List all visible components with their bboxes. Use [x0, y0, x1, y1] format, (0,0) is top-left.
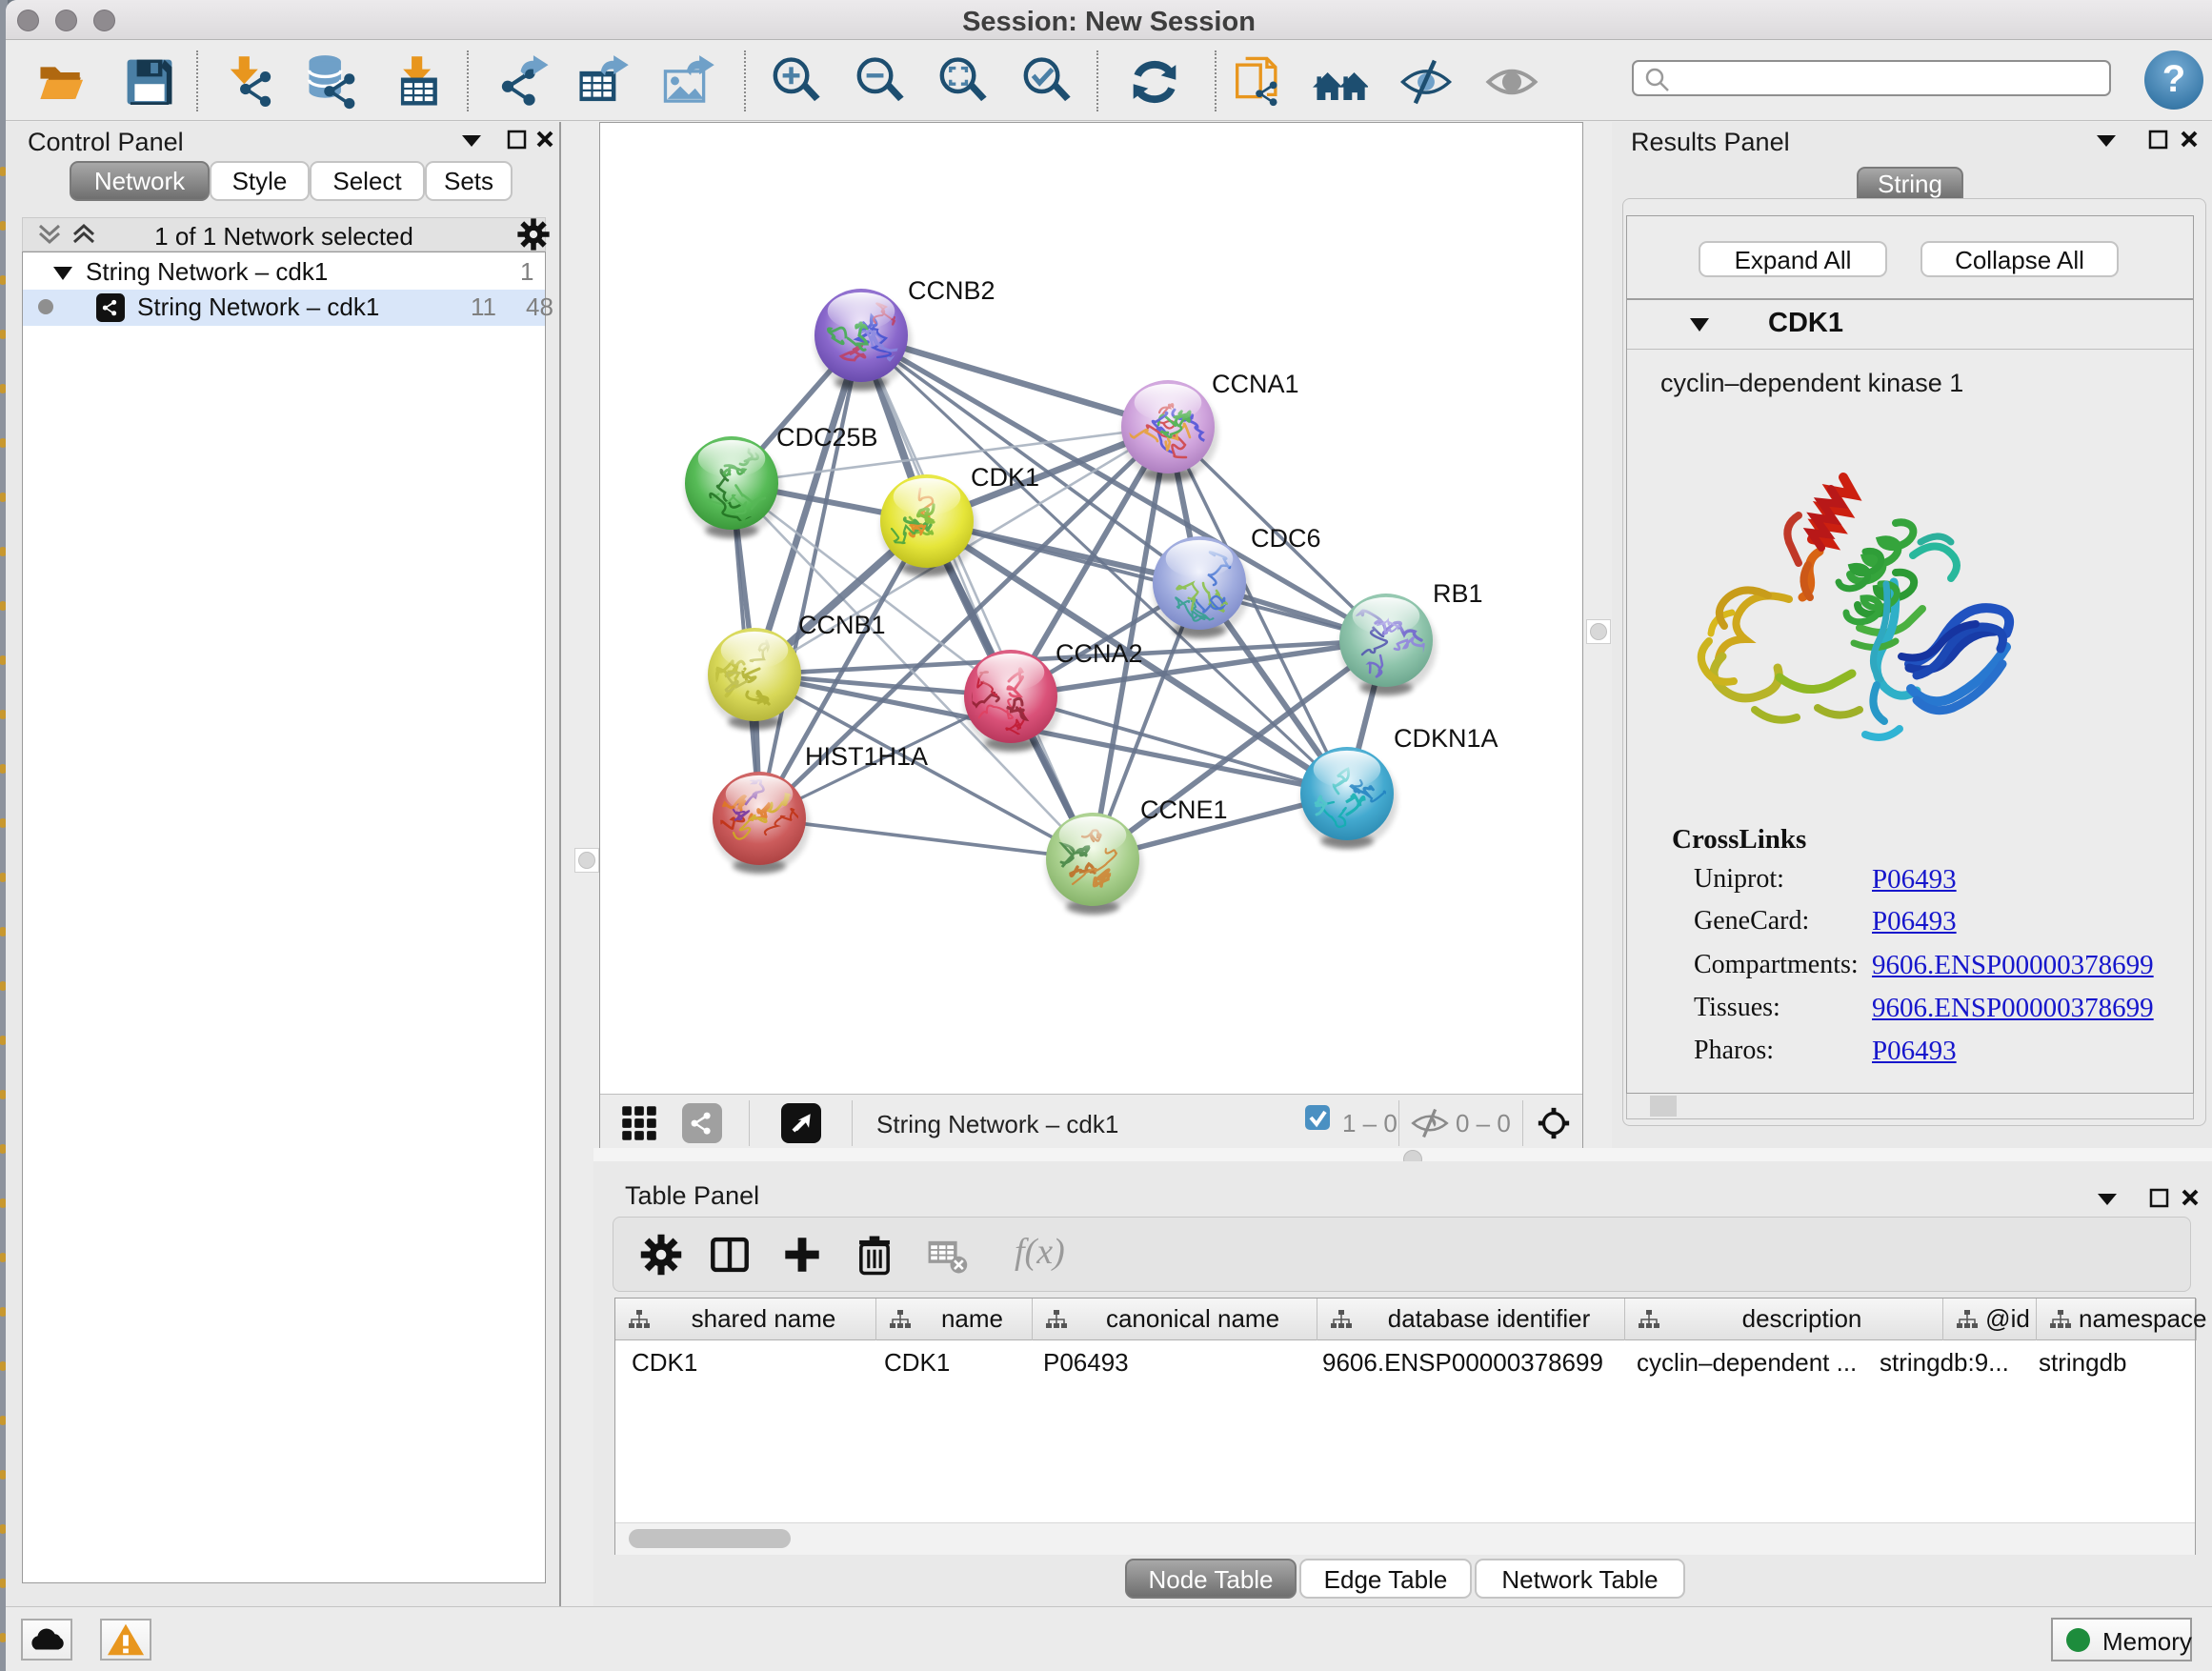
svg-text:RB1: RB1	[1433, 579, 1483, 608]
svg-text:CDK1: CDK1	[971, 463, 1039, 492]
svg-text:CCNE1: CCNE1	[1140, 795, 1228, 824]
svg-text:CCNB2: CCNB2	[908, 276, 995, 305]
svg-text:CDC25B: CDC25B	[776, 423, 878, 452]
svg-text:HIST1H1A: HIST1H1A	[805, 742, 928, 771]
svg-text:CCNA2: CCNA2	[1056, 639, 1143, 668]
svg-text:CCNA1: CCNA1	[1212, 370, 1299, 398]
svg-text:CCNB1: CCNB1	[798, 611, 886, 639]
svg-text:CDKN1A: CDKN1A	[1394, 724, 1498, 753]
svg-text:CDC6: CDC6	[1251, 524, 1321, 553]
